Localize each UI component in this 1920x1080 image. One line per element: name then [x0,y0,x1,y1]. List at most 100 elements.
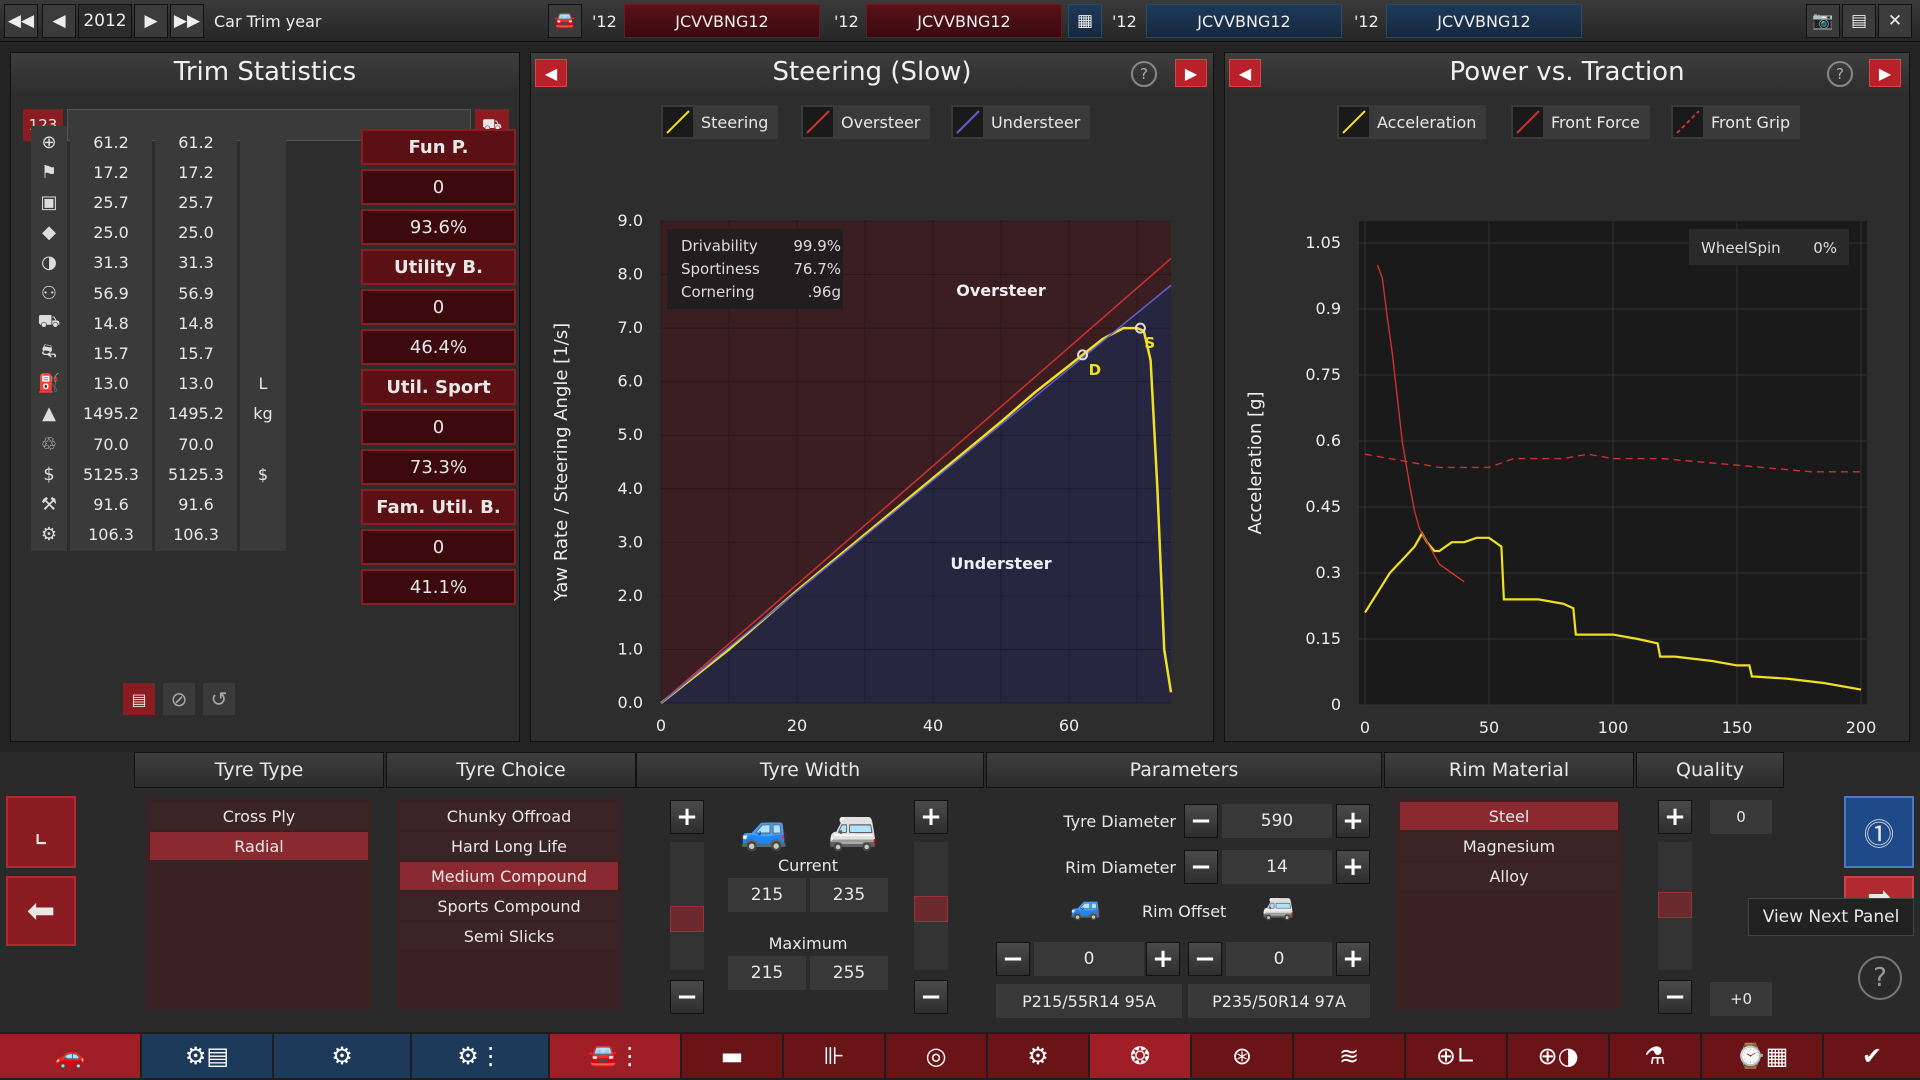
stat-row: ⚒ 91.6 91.6 [31,487,345,521]
quality-slider[interactable] [1658,842,1692,970]
rim-material-option[interactable]: Steel [1400,802,1618,830]
stat-value: 1495.2 [70,397,152,430]
stat-unit [240,277,286,309]
camera-button[interactable]: 📷 [1806,4,1840,38]
compare-slot-2[interactable]: JCVVBNG12 [866,4,1062,38]
disable-button[interactable]: ⊘ [163,683,195,715]
compare-year-3: '12 [1112,11,1137,31]
compare-slot-3[interactable]: JCVVBNG12 [1146,4,1342,38]
arrow-right-icon: ▶ [1184,63,1198,83]
tab-engine-tuning[interactable]: ⚙⋮ [412,1034,548,1078]
stat-compare-value: 61.2 [155,126,237,158]
rear-offset-increase[interactable]: + [1336,942,1370,976]
tab-safety[interactable]: ⊕◑ [1508,1034,1608,1078]
trim-statistics-title: Trim Statistics [11,53,519,91]
car-compare-icon[interactable]: 🚘 [548,4,582,38]
tab-car-model[interactable]: 🚗 [0,1034,140,1078]
engine-compare-icon[interactable]: ▦ [1068,4,1102,38]
front-offset-decrease[interactable]: − [996,942,1030,976]
legend-swatch [953,107,983,137]
steering-next-button[interactable]: ▶ [1175,59,1207,87]
tab-wheels[interactable]: ❂ [1090,1034,1190,1078]
tab-gearbox[interactable]: ⚙ [988,1034,1088,1078]
notes-button[interactable]: ▤ [123,683,155,715]
front-offset-increase[interactable]: + [1146,942,1180,976]
tab-aero[interactable]: ≋ [1294,1034,1404,1078]
y-tick-label: 0.9 [1316,299,1341,318]
next-year-button[interactable]: ▶ [134,4,168,38]
steering-help-button[interactable]: ? [1131,61,1157,87]
tyre-choice-option[interactable]: Semi Slicks [400,922,618,950]
tab-drivetrain[interactable]: ◎ [886,1034,986,1078]
tyre-type-option[interactable]: Cross Ply [150,802,368,830]
tab-chassis[interactable]: ▬ [682,1034,782,1078]
stat-row: $5125.3 5125.3 $ [31,457,345,491]
steering-title: Steering (Slow) [531,53,1213,91]
stat-value: 31.3 [70,246,152,279]
front-width-increase[interactable]: + [670,800,704,834]
max-front-width: 215 [728,956,806,990]
rim-diameter-increase[interactable]: + [1336,850,1370,884]
close-button[interactable]: ✕ [1878,4,1912,38]
tyre-type-option[interactable]: Radial [150,832,368,860]
rear-width-decrease[interactable]: − [914,980,948,1014]
front-width-decrease[interactable]: − [670,980,704,1014]
legend-swatch [1513,107,1543,137]
tab-trim[interactable]: 🚘⋮ [550,1034,680,1078]
quality-increase[interactable]: + [1658,800,1692,834]
stat-compare-value: 25.0 [155,216,237,249]
tyre-diameter-increase[interactable]: + [1336,804,1370,838]
legend-understeer: Understeer [951,105,1091,139]
reset-button[interactable]: ↺ [203,683,235,715]
safety-tab-icon: ⊕◑ [1537,1042,1579,1070]
first-year-button[interactable]: ◀◀ [4,4,38,38]
stat-row: ⚇ 56.9 56.9 [31,276,345,310]
front-width-slider[interactable] [670,842,704,970]
rear-offset-decrease[interactable]: − [1188,942,1222,976]
tab-fuel-system[interactable]: ⚗ [1610,1034,1700,1078]
tab-brakes[interactable]: ⊛ [1192,1034,1292,1078]
wheelspin-value: 0% [1813,239,1837,257]
slider-handle[interactable] [914,896,948,922]
compare-slot-4[interactable]: JCVVBNG12 [1386,4,1582,38]
rim-material-option[interactable]: Magnesium [1400,832,1618,860]
rim-diameter-decrease[interactable]: − [1184,850,1218,884]
slider-handle[interactable] [670,906,704,932]
tab-engine-parts[interactable]: ⚙ [274,1034,410,1078]
tab-engine-family[interactable]: ⚙▤ [142,1034,272,1078]
tyre-choice-option[interactable]: Hard Long Life [400,832,618,860]
calculator-button[interactable]: ▤ [1842,4,1876,38]
undo-icon: ↺ [210,687,228,711]
stat-value: 56.9 [70,277,152,309]
power-next-button[interactable]: ▶ [1869,59,1901,87]
tab-suspension[interactable]: ⊪ [784,1034,884,1078]
power-help-button[interactable]: ? [1827,61,1853,87]
prev-year-button[interactable]: ◀ [42,4,76,38]
legend-label: Oversteer [841,112,921,132]
tyre-choice-option[interactable]: Sports Compound [400,892,618,920]
rear-tyre-code: P235/50R14 97A [1188,984,1370,1018]
quality-decrease[interactable]: − [1658,980,1692,1014]
warnings-button[interactable]: ⓵ [1844,796,1914,868]
tab-finish[interactable]: ✔ [1824,1034,1920,1078]
last-year-button[interactable]: ▶▶ [170,4,204,38]
compare-slot-1[interactable]: JCVVBNG12 [624,4,820,38]
suspension-icon: ⊪ [823,1042,845,1070]
chart-view-button[interactable]: ⌞ [6,796,76,868]
wheelspin-label: WheelSpin [1701,239,1781,257]
back-button[interactable]: ⬅ [6,876,76,946]
rear-width-increase[interactable]: + [914,800,948,834]
steering-prev-button[interactable]: ◀ [535,59,567,87]
tyre-choice-option[interactable]: Chunky Offroad [400,802,618,830]
tab-interior[interactable]: ⊕∟ [1406,1034,1506,1078]
double-right-arrow-icon: ▶▶ [173,11,201,31]
help-button[interactable]: ? [1858,956,1902,1000]
power-prev-button[interactable]: ◀ [1229,59,1261,87]
tab-testing[interactable]: ⌚▦ [1702,1034,1822,1078]
rim-material-option[interactable]: Alloy [1400,862,1618,890]
tyre-diameter-decrease[interactable]: − [1184,804,1218,838]
slider-handle[interactable] [1658,892,1692,918]
stat-row: ⛐ 15.7 15.7 [31,336,345,370]
tyre-choice-option[interactable]: Medium Compound [400,862,618,890]
rear-width-slider[interactable] [914,842,948,970]
